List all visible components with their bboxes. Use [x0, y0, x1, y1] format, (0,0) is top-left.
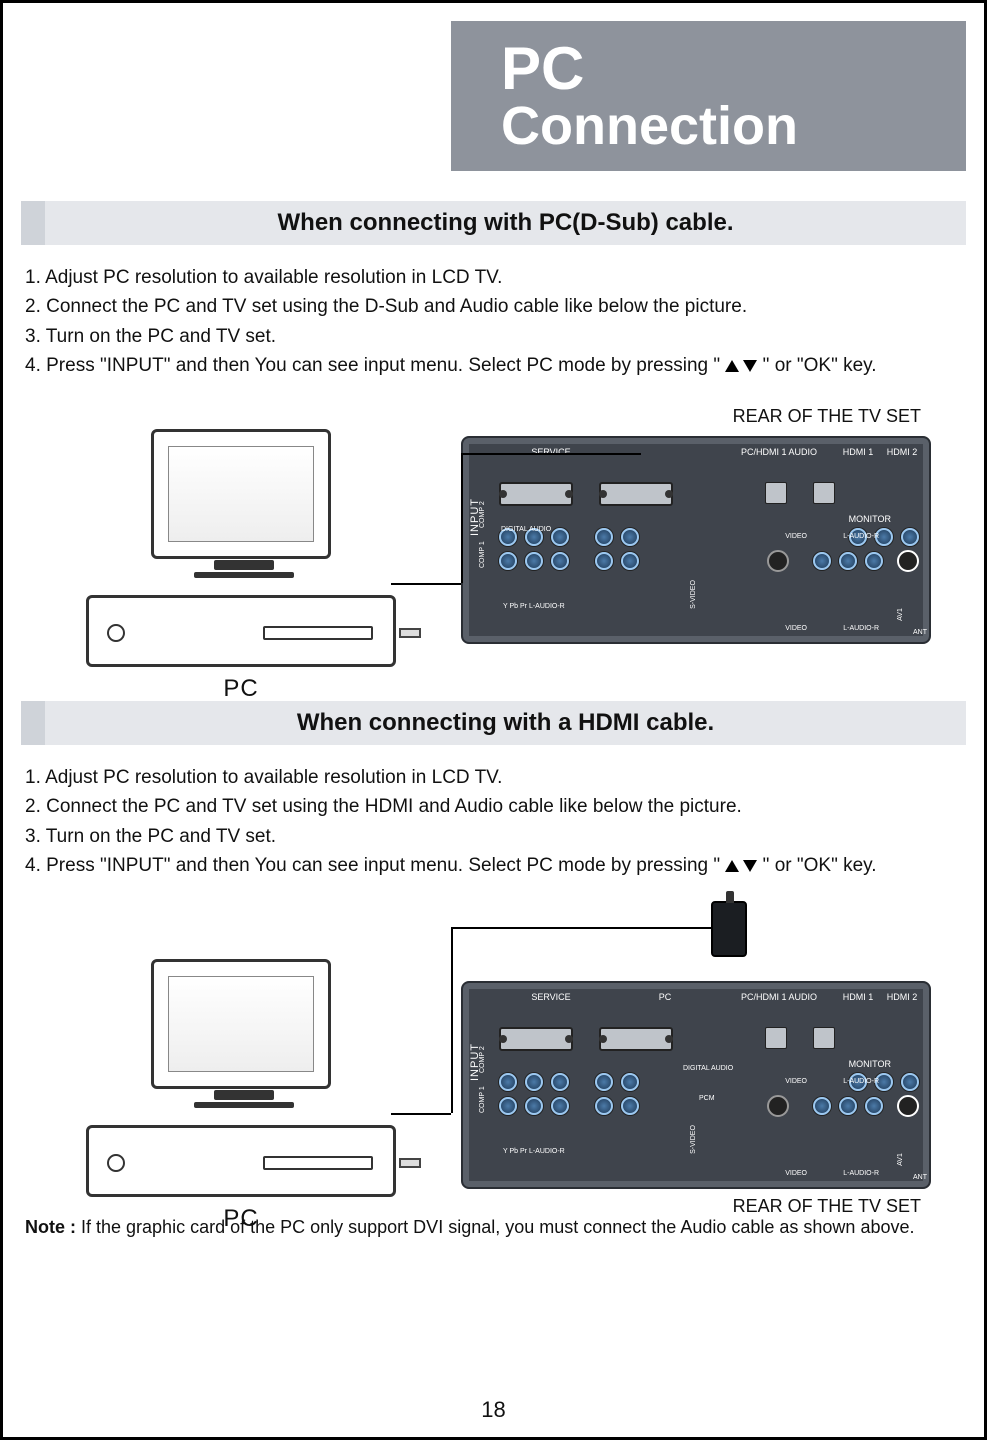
- laudior-label-2: L-AUDIO-R: [843, 1170, 879, 1177]
- video-label-2: VIDEO: [785, 1170, 807, 1177]
- hdmi1-label: HDMI 1: [841, 993, 875, 1003]
- pc-tower-icon: [86, 595, 396, 667]
- step-1: 1. Adjust PC resolution to available res…: [25, 263, 962, 292]
- hdmi1-label: HDMI 1: [841, 448, 875, 458]
- step-4: 4. Press "INPUT" and then You can see in…: [25, 851, 962, 881]
- ypbpr-label: Y Pb Pr L-AUDIO-R: [503, 1148, 565, 1155]
- tv-rear-illustration: REAR OF THE TV SET INPUT OUT SERVICE PC/…: [461, 424, 931, 644]
- section-heading-dsub: When connecting with PC(D-Sub) cable.: [21, 201, 966, 245]
- step-3: 3. Turn on the PC and TV set.: [25, 822, 962, 851]
- diagram-hdmi: PC REAR OF THE TV SET INPUT OUT SERVICE …: [21, 899, 966, 1209]
- pc-tower-icon: [86, 1125, 396, 1197]
- digital-audio-label: DIGITAL AUDIO: [501, 526, 551, 533]
- hdmi2-label: HDMI 2: [885, 448, 919, 458]
- steps-hdmi: 1. Adjust PC resolution to available res…: [21, 763, 966, 889]
- page-header: PC Connection: [21, 21, 966, 171]
- step-4-b: " or "OK" key.: [757, 855, 876, 876]
- ant-label: ANT: [913, 629, 927, 636]
- step-4-a: 4. Press "INPUT" and then You can see in…: [25, 855, 725, 876]
- tv-back-panel: INPUT OUT SERVICE PC PC/HDMI 1 AUDIO HDM…: [461, 981, 931, 1189]
- steps-dsub: 1. Adjust PC resolution to available res…: [21, 263, 966, 389]
- tv-rear-illustration: REAR OF THE TV SET INPUT OUT SERVICE PC …: [461, 969, 931, 1189]
- monitor-label: MONITOR: [499, 514, 919, 524]
- digital-audio-label: DIGITAL AUDIO: [683, 1065, 733, 1072]
- pc-label: PC: [71, 1205, 411, 1233]
- up-down-arrow-icon: [725, 352, 757, 381]
- video-label-1: VIDEO: [785, 533, 807, 540]
- pchdmi-audio-label: PC/HDMI 1 AUDIO: [727, 448, 831, 458]
- ant-port-icon: [897, 550, 919, 572]
- comp2-label: COMP 2: [479, 1046, 486, 1073]
- component-row-1: [499, 550, 919, 572]
- pc-port-label: PC: [613, 993, 717, 1003]
- hdmi1-port-icon: [765, 482, 787, 504]
- laudior-label-1: L-AUDIO-R: [843, 1078, 879, 1085]
- svideo-port-icon: [767, 1095, 789, 1117]
- ant-label: ANT: [913, 1174, 927, 1181]
- laudior-label-2: L-AUDIO-R: [843, 625, 879, 632]
- hdmi2-label: HDMI 2: [885, 993, 919, 1003]
- comp1-label: COMP 1: [479, 541, 486, 568]
- comp1-label: COMP 1: [479, 1086, 486, 1113]
- pc-vga-port-icon: [599, 482, 673, 506]
- page-number: 18: [3, 1397, 984, 1423]
- service-port-icon: [499, 482, 573, 506]
- video-label-2: VIDEO: [785, 625, 807, 632]
- step-1: 1. Adjust PC resolution to available res…: [25, 763, 962, 792]
- pchdmi-audio-label: PC/HDMI 1 AUDIO: [727, 993, 831, 1003]
- cable-line-icon: [451, 927, 453, 1113]
- tv-rear-label: REAR OF THE TV SET: [733, 406, 921, 427]
- service-port-icon: [499, 1027, 573, 1051]
- svideo-label: S-VIDEO: [690, 580, 697, 609]
- cable-line-icon: [461, 453, 641, 455]
- video-label-1: VIDEO: [785, 1078, 807, 1085]
- hdmi1-port-icon: [765, 1027, 787, 1049]
- hdmi2-port-icon: [813, 482, 835, 504]
- svideo-port-icon: [767, 550, 789, 572]
- section-heading-hdmi: When connecting with a HDMI cable.: [21, 701, 966, 745]
- av1-label: AV1: [897, 608, 904, 621]
- header-title-block: PC Connection: [451, 21, 966, 171]
- svideo-label: S-VIDEO: [690, 1125, 697, 1154]
- step-2: 2. Connect the PC and TV set using the D…: [25, 292, 962, 321]
- av1-label: AV1: [897, 1153, 904, 1166]
- comp2-label: COMP 2: [479, 501, 486, 528]
- laudior-label-1: L-AUDIO-R: [843, 533, 879, 540]
- cable-line-icon: [391, 583, 461, 585]
- step-2: 2. Connect the PC and TV set using the H…: [25, 792, 962, 821]
- pcm-label: PCM: [699, 1095, 715, 1102]
- diagram-dsub: PC REAR OF THE TV SET INPUT OUT SERVICE …: [21, 399, 966, 689]
- cable-line-icon: [391, 1113, 451, 1115]
- step-3: 3. Turn on the PC and TV set.: [25, 322, 962, 351]
- manual-page: PC Connection When connecting with PC(D-…: [0, 0, 987, 1440]
- service-label: SERVICE: [499, 993, 603, 1003]
- tv-back-panel: INPUT OUT SERVICE PC/HDMI 1 AUDIO HDMI 1…: [461, 436, 931, 644]
- cable-line-icon: [461, 453, 463, 583]
- pc-monitor-icon: [151, 429, 331, 559]
- hdmi2-port-icon: [813, 1027, 835, 1049]
- ant-port-icon: [897, 1095, 919, 1117]
- title-line-1: PC: [501, 39, 936, 99]
- pc-illustration: PC: [71, 429, 411, 649]
- hdmi-plug-icon: [711, 901, 747, 957]
- up-down-arrow-icon: [725, 852, 757, 881]
- step-4: 4. Press "INPUT" and then You can see in…: [25, 351, 962, 381]
- ypbpr-label: Y Pb Pr L-AUDIO-R: [503, 603, 565, 610]
- output-side-label: OUT: [931, 556, 943, 582]
- pc-vga-port-icon: [599, 1027, 673, 1051]
- tv-rear-label: REAR OF THE TV SET: [733, 1196, 921, 1217]
- step-4-a: 4. Press "INPUT" and then You can see in…: [25, 355, 725, 376]
- pc-illustration: PC: [71, 959, 411, 1179]
- title-line-2: Connection: [501, 99, 936, 153]
- step-4-b: " or "OK" key.: [757, 355, 876, 376]
- pc-label: PC: [71, 675, 411, 703]
- pc-monitor-icon: [151, 959, 331, 1089]
- cable-line-icon: [451, 927, 711, 929]
- header-blank: [21, 21, 451, 171]
- output-side-label: OUT: [931, 1101, 943, 1127]
